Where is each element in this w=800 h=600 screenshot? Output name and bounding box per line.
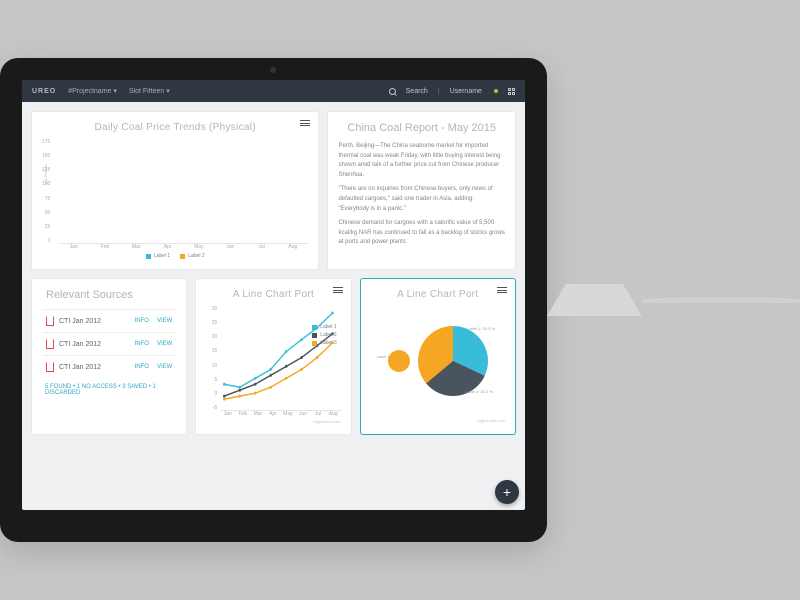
top-bar: UREO #Projectname ▾ Slot Fifteen ▾ Searc… <box>22 80 525 102</box>
exploded-slice <box>388 350 410 372</box>
pdf-icon <box>46 362 54 372</box>
view-link[interactable]: VIEW <box>157 341 172 347</box>
pdf-icon <box>46 316 54 326</box>
camera-dot <box>270 67 276 73</box>
report-title: China Coal Report - May 2015 <box>338 122 505 134</box>
line-chart-card: A Line Chart Port 302520151050-5 Label 1… <box>196 279 350 434</box>
chart-credit: Highcharts.com <box>371 418 505 423</box>
chart-credit: Highcharts.com <box>206 419 340 424</box>
bar-chart-title: Daily Coal Price Trends (Physical) <box>42 122 308 133</box>
card-menu-icon[interactable] <box>497 287 507 293</box>
source-name: CTI Jan 2012 <box>59 341 101 348</box>
monitor-stand <box>547 284 642 316</box>
source-name: CTI Jan 2012 <box>59 318 101 325</box>
pie-label: Label 1: 33.3 % <box>467 326 495 331</box>
report-paragraph: Chinese demand for cargoes with a calori… <box>338 219 505 248</box>
slot-dropdown[interactable]: Slot Fifteen ▾ <box>129 87 170 95</box>
username-label[interactable]: Username <box>450 88 482 95</box>
pie-chart-title: A Line Chart Port <box>371 289 505 300</box>
report-paragraph: Perth, Beijing—The China seaborne market… <box>338 142 505 180</box>
source-row: CTI Jan 2012 INFO VIEW <box>42 332 176 355</box>
pie-plot <box>418 326 488 396</box>
project-dropdown[interactable]: #Projectname ▾ <box>68 87 117 95</box>
add-button[interactable]: + <box>495 480 519 504</box>
bar-chart-card: Daily Coal Price Trends (Physical) US Do… <box>32 112 318 269</box>
pdf-icon <box>46 339 54 349</box>
y-axis-ticks: 302520151050-5 <box>206 306 220 411</box>
fullscreen-icon[interactable] <box>508 88 515 95</box>
report-paragraph: "There are no inquiries from Chinese buy… <box>338 185 505 214</box>
monitor-base <box>642 297 800 303</box>
pie-label: Label 3 <box>377 354 390 359</box>
line-legend: Label 1 Label 2 Label 3 <box>312 324 336 348</box>
x-axis-ticks: JanFebMarAprMayJunJulAug <box>42 244 308 250</box>
view-link[interactable]: VIEW <box>157 318 172 324</box>
line-plot: Label 1 Label 2 Label 3 <box>220 306 340 411</box>
search-label[interactable]: Search <box>406 88 428 95</box>
sources-status: 5 FOUND • 1 NO ACCESS • 3 SAVED • 1 DISC… <box>42 378 176 402</box>
info-link[interactable]: INFO <box>135 318 149 324</box>
info-link[interactable]: INFO <box>135 364 149 370</box>
bar-plot <box>59 139 308 244</box>
y-axis-ticks: 1751501251007550250 <box>42 139 53 244</box>
source-row: CTI Jan 2012 INFO VIEW <box>42 309 176 332</box>
pie-label: Label 2: 33.3 % <box>465 389 493 394</box>
view-link[interactable]: VIEW <box>157 364 172 370</box>
source-name: CTI Jan 2012 <box>59 364 101 371</box>
source-row: CTI Jan 2012 INFO VIEW <box>42 355 176 378</box>
x-axis-ticks: JanFebMarAprMayJunJulAug <box>206 411 340 417</box>
info-link[interactable]: INFO <box>135 341 149 347</box>
card-menu-icon[interactable] <box>333 287 343 293</box>
sources-card: Relevant Sources CTI Jan 2012 INFO VIEW C… <box>32 279 186 434</box>
bar-legend: Label 1 Label 2 <box>42 253 308 259</box>
report-card: China Coal Report - May 2015 Perth, Beij… <box>328 112 515 269</box>
brand-logo: UREO <box>32 88 56 95</box>
sources-title: Relevant Sources <box>46 289 176 301</box>
card-menu-icon[interactable] <box>300 120 310 126</box>
line-chart-title: A Line Chart Port <box>206 289 340 300</box>
search-icon[interactable] <box>389 88 396 95</box>
status-dot <box>494 89 498 93</box>
y-axis-label: US Dollars <box>43 165 48 184</box>
pie-chart-card: A Line Chart Port Label 1: 33.3 % Label … <box>361 279 515 434</box>
